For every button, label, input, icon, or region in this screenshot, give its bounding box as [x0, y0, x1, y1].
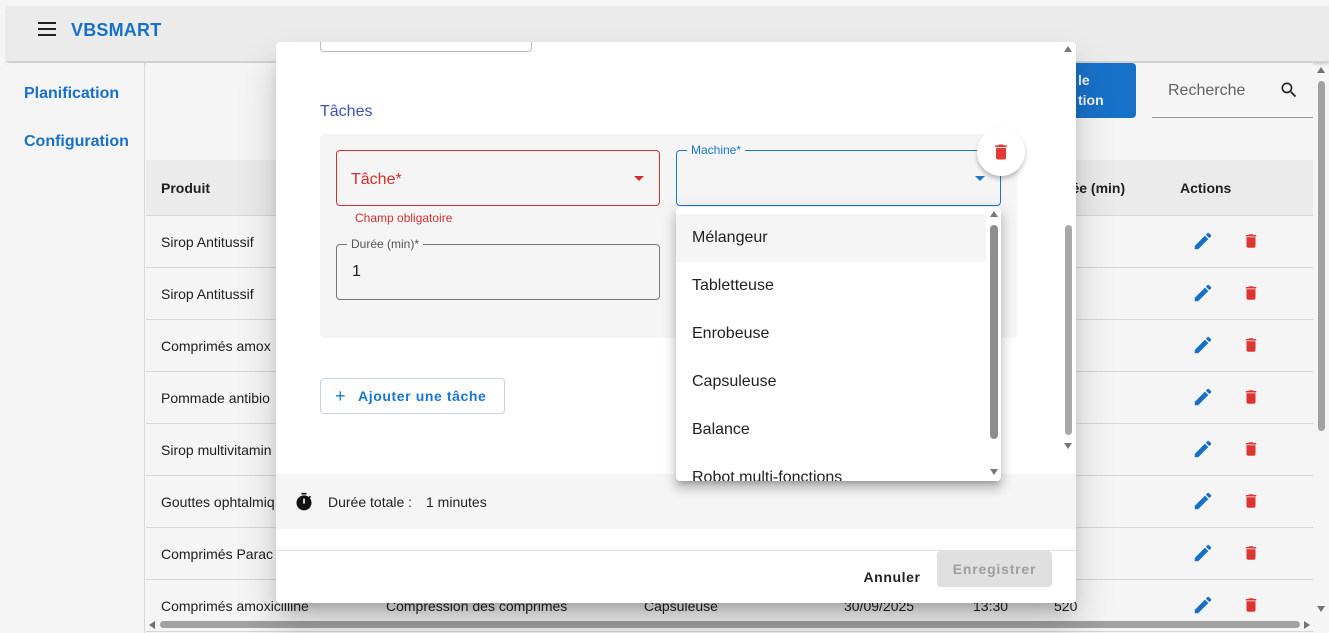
dialog-vertical-scrollbar[interactable]	[1061, 42, 1076, 462]
machine-option-label: Enrobeuse	[692, 325, 770, 342]
machine-option[interactable]: Balance	[676, 406, 986, 454]
dialog-scroll-thumb[interactable]	[1065, 225, 1072, 435]
save-button[interactable]: Enregistrer	[937, 551, 1052, 587]
machine-option[interactable]: Capsuleuse	[676, 358, 986, 406]
machine-option[interactable]: Robot multi-fonctions	[676, 454, 986, 481]
add-task-label: Ajouter une tâche	[358, 388, 487, 404]
tache-helper-text: Champ obligatoire	[355, 211, 453, 225]
machine-option[interactable]: Mélangeur	[676, 214, 986, 262]
machine-select[interactable]: Machine*	[676, 143, 1001, 206]
duree-input[interactable]: Durée (min)* 1	[336, 237, 660, 300]
listbox-scrollbar[interactable]	[987, 207, 1001, 481]
add-task-button[interactable]: + Ajouter une tâche	[320, 378, 505, 414]
machine-listbox: Mélangeur Tabletteuse Enrobeuse Capsuleu…	[676, 207, 1001, 481]
previous-field[interactable]	[320, 42, 532, 52]
machine-option-label: Balance	[692, 421, 750, 438]
plus-icon: +	[335, 386, 347, 406]
total-duration-label: Durée totale :	[328, 494, 413, 510]
tache-select-label: Tâche*	[351, 171, 402, 188]
section-title-taches: Tâches	[320, 103, 373, 120]
delete-task-button[interactable]	[977, 128, 1025, 176]
machine-option[interactable]: Tabletteuse	[676, 262, 986, 310]
machine-option-label: Tabletteuse	[692, 277, 774, 294]
duration-summary: Durée totale : 1 minutes	[276, 474, 1076, 529]
listbox-scroll-thumb[interactable]	[990, 225, 998, 439]
machine-option-label: Mélangeur	[692, 229, 768, 246]
duree-input-label: Durée (min)*	[347, 237, 424, 251]
total-duration-value: 1 minutes	[426, 494, 487, 510]
duree-input-value: 1	[352, 263, 361, 280]
dropdown-arrow-icon	[634, 176, 644, 181]
machine-option-label: Robot multi-fonctions	[692, 469, 843, 481]
delete-icon	[995, 144, 1007, 160]
machine-option[interactable]: Enrobeuse	[676, 310, 986, 358]
machine-option-label: Capsuleuse	[692, 373, 777, 390]
tache-select[interactable]: Tâche*	[336, 150, 660, 206]
cancel-button[interactable]: Annuler	[850, 559, 934, 595]
machine-select-label: Machine*	[687, 143, 746, 157]
dropdown-arrow-icon	[975, 176, 985, 181]
stopwatch-icon	[296, 492, 312, 511]
